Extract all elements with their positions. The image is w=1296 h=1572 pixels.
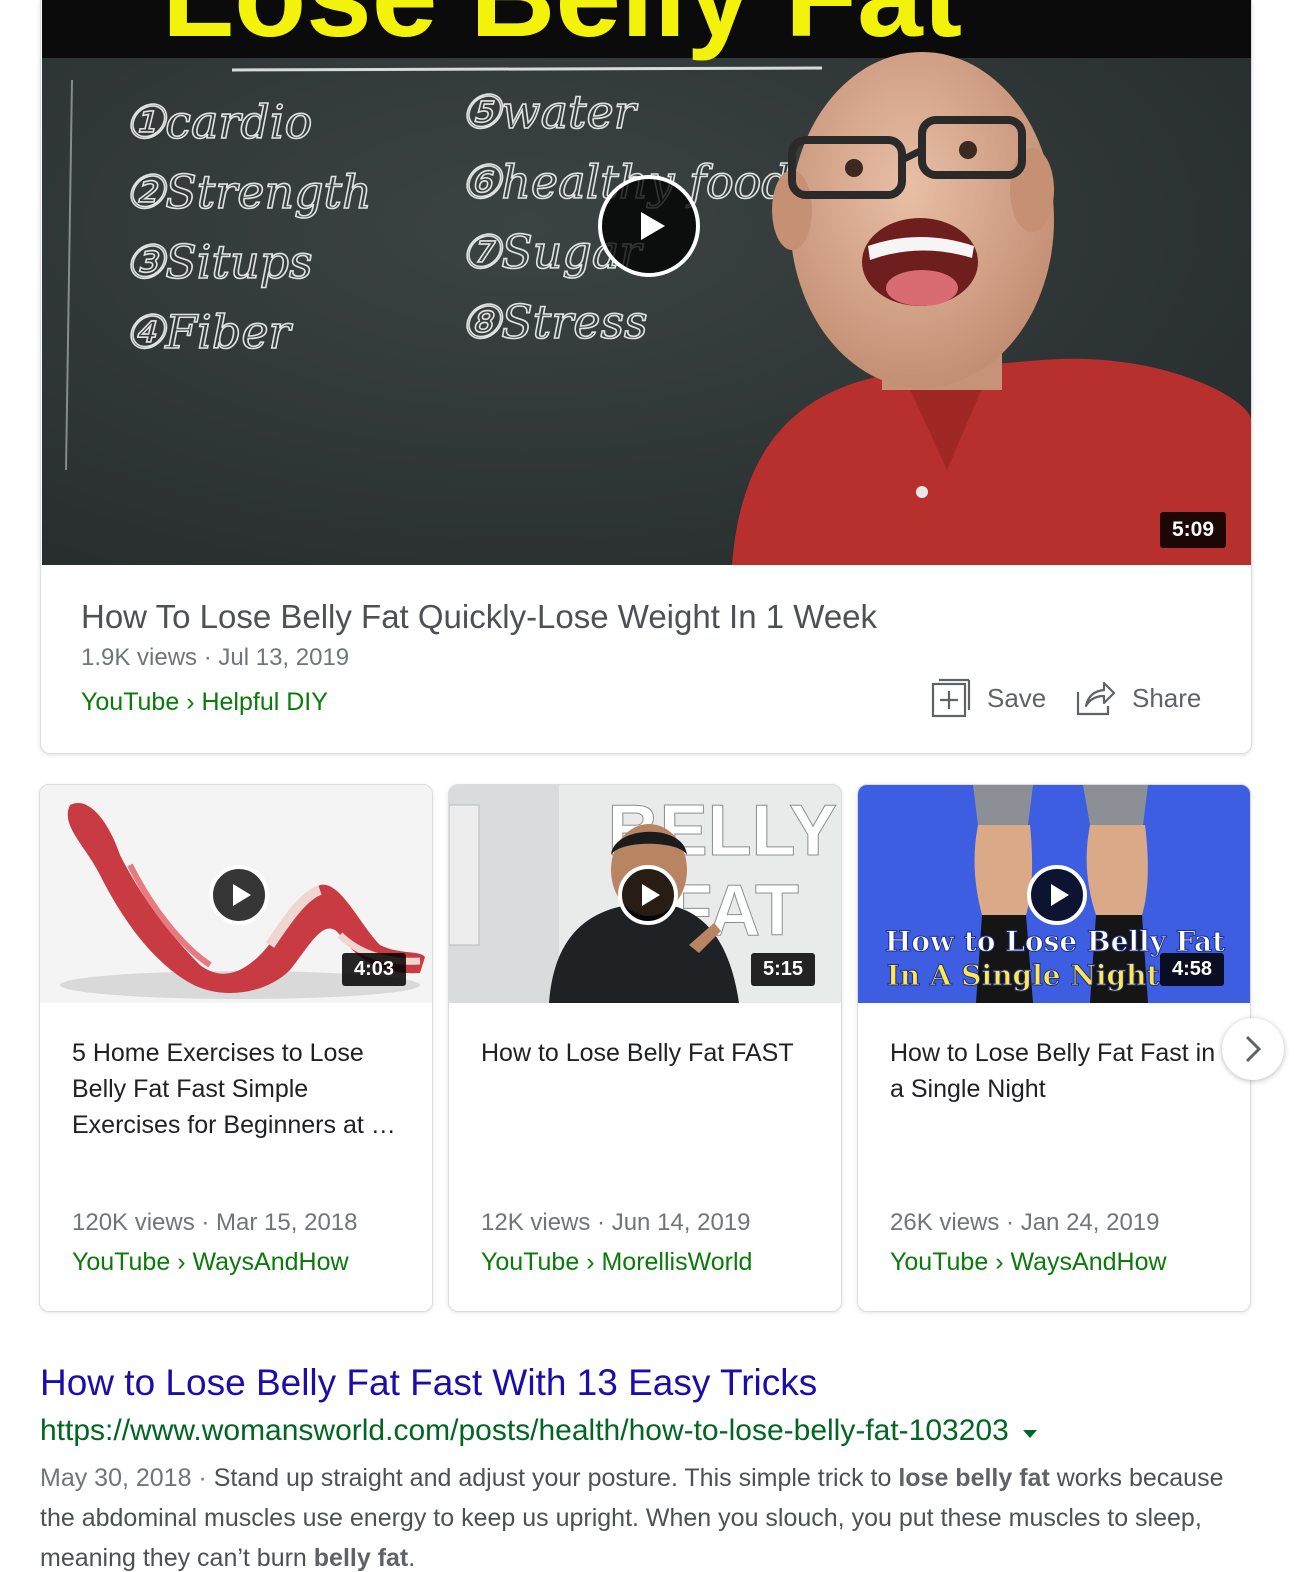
featured-thumbnail-art: Lose Belly Fat ①cardio ②Strength ③Situps ④F…	[42, 0, 1251, 565]
share-icon	[1076, 681, 1116, 716]
save-button[interactable]: Save	[931, 676, 1046, 720]
video-title[interactable]: How to Lose Belly Fat Fast in a Single N…	[890, 1035, 1226, 1107]
snippet-highlight: lose belly fat	[898, 1464, 1050, 1492]
snippet-text: Stand up straight and adjust your postur…	[213, 1464, 899, 1492]
chalkboard-item: ①cardio	[124, 95, 312, 149]
thumb-text-line-2: In A Single Night	[887, 959, 1160, 992]
video-meta: 12K views · Jun 14, 2019	[481, 1209, 751, 1236]
chalkboard-item: ③Situps	[124, 235, 313, 289]
caret-down-icon[interactable]	[1022, 1430, 1037, 1438]
chalkboard-item: ②Strength	[124, 165, 372, 219]
chalkboard-item: ⑤water	[460, 85, 639, 139]
video-card-3[interactable]: How to Lose Belly Fat In A Single Night …	[857, 784, 1251, 1312]
result-url-text[interactable]: https://www.womansworld.com/posts/health…	[40, 1414, 1009, 1448]
add-to-playlist-icon	[931, 678, 971, 718]
featured-video-source[interactable]: YouTube › Helpful DIY	[81, 688, 328, 717]
featured-video-title[interactable]: How To Lose Belly Fat Quickly-Lose Weigh…	[81, 598, 877, 636]
video-thumbnail-3[interactable]: How to Lose Belly Fat In A Single Night …	[858, 785, 1250, 1003]
video-duration-badge: 5:15	[751, 953, 816, 986]
video-card-2[interactable]: BELLY FAT 5:15 How to Lose Belly Fat FAS…	[448, 784, 842, 1312]
play-icon[interactable]	[618, 865, 678, 925]
video-card-1[interactable]: 4:03 5 Home Exercises to Lose Belly Fat …	[39, 784, 433, 1312]
play-icon[interactable]	[209, 865, 269, 925]
result-date: May 30, 2018 ·	[40, 1464, 214, 1492]
snippet-text: .	[408, 1544, 416, 1572]
carousel-next-button[interactable]	[1222, 1018, 1284, 1080]
featured-video-meta: 1.9K views · Jul 13, 2019	[81, 644, 350, 671]
video-meta: 26K views · Jan 24, 2019	[890, 1209, 1160, 1236]
video-duration-badge: 4:03	[342, 953, 407, 986]
video-title[interactable]: How to Lose Belly Fat FAST	[481, 1035, 817, 1071]
video-duration-badge: 4:58	[1160, 953, 1225, 986]
video-thumbnail-1[interactable]: 4:03	[40, 785, 432, 1003]
result-url[interactable]: https://www.womansworld.com/posts/health…	[40, 1414, 1037, 1448]
video-source[interactable]: YouTube › MorellisWorld	[481, 1248, 752, 1277]
share-label: Share	[1132, 682, 1202, 713]
video-source[interactable]: YouTube › WaysAndHow	[890, 1248, 1167, 1277]
chevron-right-icon	[1245, 1035, 1262, 1063]
featured-video-card[interactable]: Lose Belly Fat ①cardio ②Strength ③Situps ④F…	[40, 0, 1252, 754]
play-icon[interactable]	[1027, 865, 1087, 925]
save-label: Save	[987, 682, 1047, 713]
chalkboard-item: ④Fiber	[124, 305, 294, 359]
video-duration-badge: 5:09	[1160, 512, 1227, 548]
video-source[interactable]: YouTube › WaysAndHow	[72, 1248, 349, 1277]
video-title[interactable]: 5 Home Exercises to Lose Belly Fat Fast …	[72, 1035, 408, 1143]
video-thumbnail-2[interactable]: BELLY FAT 5:15	[449, 785, 841, 1003]
snippet-highlight: belly fat	[313, 1544, 409, 1572]
chalkboard-item: ⑧Stress	[460, 295, 648, 349]
play-icon[interactable]	[598, 175, 700, 277]
banner-title-text: Lose Belly Fat	[162, 0, 962, 62]
video-meta: 120K views · Mar 15, 2018	[72, 1209, 358, 1236]
featured-video-thumbnail[interactable]: Lose Belly Fat ①cardio ②Strength ③Situps ④F…	[42, 0, 1251, 565]
result-snippet: May 30, 2018 · Stand up straight and adj…	[40, 1458, 1255, 1572]
share-button[interactable]: Share	[1074, 676, 1201, 720]
result-title-link[interactable]: How to Lose Belly Fat Fast With 13 Easy …	[40, 1362, 817, 1404]
